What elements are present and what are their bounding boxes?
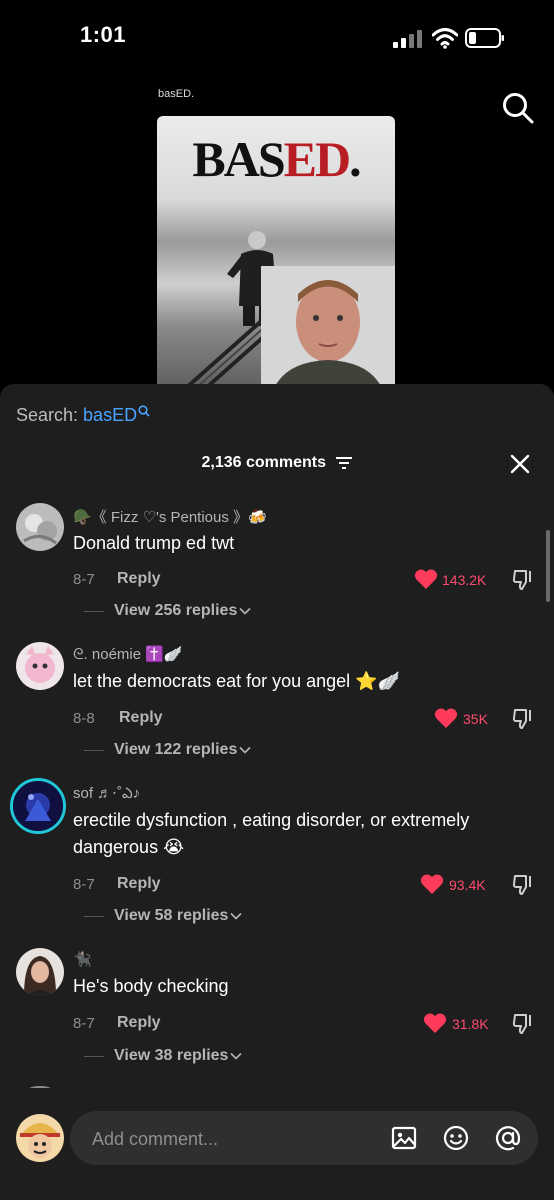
view-replies-button[interactable]: View 58 replies: [114, 907, 243, 925]
search-prefix: Search:: [16, 405, 84, 425]
avatar[interactable]: [16, 948, 64, 996]
search-suggestion[interactable]: Search: basED: [16, 405, 150, 426]
search-icon: [138, 405, 150, 417]
avatar[interactable]: [16, 642, 64, 690]
comment-username[interactable]: 🪖《 Fizz ♡'s Pentious 》🍻: [73, 506, 267, 527]
reply-button[interactable]: Reply: [119, 709, 163, 727]
avatar[interactable]: [16, 1114, 64, 1162]
status-bar: 1:01: [0, 0, 554, 76]
comment-text: erectile dysfunction , eating disorder, …: [73, 810, 470, 857]
signal-icon: [393, 30, 422, 48]
search-icon[interactable]: [500, 90, 536, 126]
comment-text: Donald trump ed twt: [73, 533, 235, 553]
poster-title: BASED.: [192, 131, 361, 187]
like-count: 35K: [463, 711, 488, 727]
chevron-down-icon: [239, 607, 251, 615]
comment-input-wrapper: [70, 1111, 538, 1165]
wifi-icon: [432, 28, 458, 49]
battery-icon: [465, 28, 504, 48]
comment-date: 8-7: [73, 876, 95, 893]
chevron-down-icon: [239, 746, 251, 754]
view-replies-button[interactable]: View 38 replies: [114, 1047, 243, 1065]
comment-text: let the democrats eat for you angel ⭐️🪽: [73, 671, 400, 691]
comment-date: 8-7: [73, 571, 95, 588]
comments-header: 2,136 comments: [0, 454, 554, 472]
dislike-icon[interactable]: [511, 707, 535, 731]
view-replies-button[interactable]: View 122 replies: [114, 741, 251, 759]
comment-username[interactable]: 🐈‍⬛: [73, 950, 92, 968]
comment-input[interactable]: [90, 1125, 374, 1153]
avatar[interactable]: [10, 778, 66, 834]
like-count: 143.2K: [442, 572, 487, 588]
reply-thread-line: [84, 1056, 104, 1057]
search-query-link[interactable]: basED: [83, 405, 137, 425]
comment-date: 8-7: [73, 1015, 95, 1032]
reply-thread-line: [84, 916, 104, 917]
creator-face-overlay: [261, 266, 395, 396]
heart-icon[interactable]: [423, 1012, 447, 1034]
comment-count: 2,136 comments: [201, 454, 327, 471]
reply-button[interactable]: Reply: [117, 570, 161, 588]
comments-sheet: Search: basED 2,136 comments 🪖《 Fizz ♡'s…: [0, 384, 554, 1200]
dislike-icon[interactable]: [511, 1012, 535, 1036]
reply-button[interactable]: Reply: [117, 875, 161, 893]
avatar[interactable]: [16, 503, 64, 551]
dislike-icon[interactable]: [511, 873, 535, 897]
heart-icon[interactable]: [414, 568, 438, 590]
mention-icon[interactable]: [494, 1124, 522, 1152]
heart-icon[interactable]: [420, 873, 444, 895]
image-icon[interactable]: [390, 1124, 418, 1152]
like-count: 93.4K: [449, 877, 486, 893]
scrollbar[interactable]: [546, 530, 550, 602]
comment-username[interactable]: sof ♬⋅˚ఎ♪: [73, 784, 140, 806]
like-count: 31.8K: [452, 1016, 489, 1032]
reply-thread-line: [84, 750, 104, 751]
status-time: 1:01: [80, 22, 127, 47]
video-player[interactable]: basED. BASED.: [0, 76, 554, 396]
chevron-down-icon: [230, 912, 243, 920]
close-icon[interactable]: [508, 452, 532, 476]
reply-button[interactable]: Reply: [117, 1014, 161, 1032]
video-caption: basED.: [158, 88, 195, 100]
comment-username[interactable]: ᘓ. noémie ✝️🪽: [73, 645, 183, 663]
dislike-icon[interactable]: [511, 568, 535, 592]
heart-icon[interactable]: [434, 707, 458, 729]
comment-date: 8-8: [73, 710, 95, 727]
filter-icon[interactable]: [336, 456, 353, 469]
chevron-down-icon: [230, 1052, 243, 1060]
emoji-icon[interactable]: [442, 1124, 470, 1152]
comment-text: He's body checking: [73, 976, 229, 996]
view-replies-button[interactable]: View 256 replies: [114, 602, 251, 620]
comment-composer: [0, 1088, 554, 1200]
reply-thread-line: [84, 611, 104, 612]
video-thumbnail: BASED.: [157, 116, 395, 396]
